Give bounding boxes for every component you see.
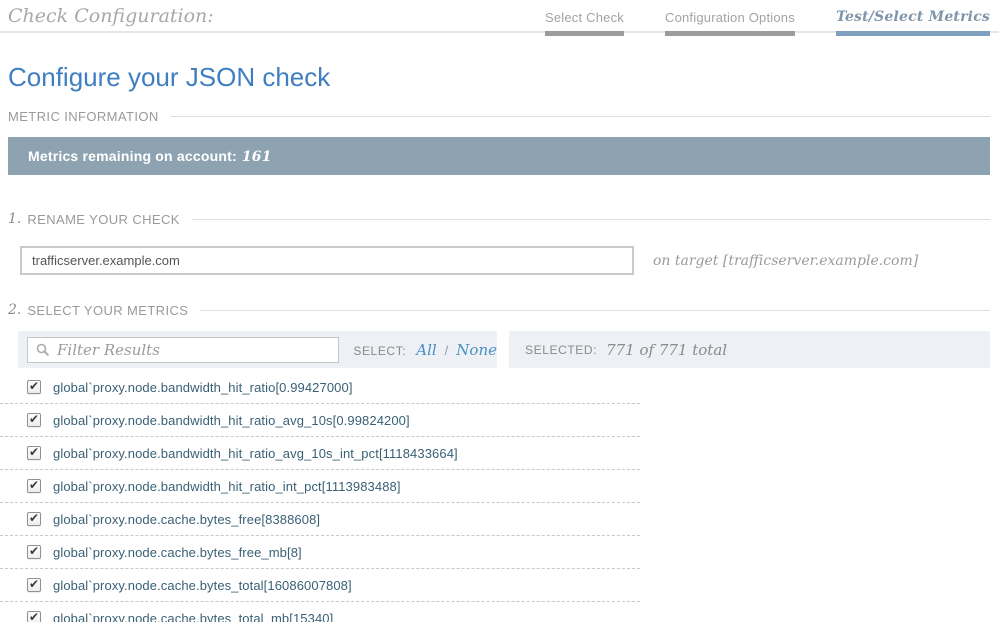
tab-label: Configuration Options	[665, 9, 795, 26]
section-label: SELECT YOUR METRICS	[27, 303, 188, 318]
metric-name[interactable]: global`proxy.node.bandwidth_hit_ratio[0.…	[53, 380, 353, 395]
metric-checkbox[interactable]	[27, 512, 41, 526]
metric-row: global`proxy.node.bandwidth_hit_ratio_av…	[0, 404, 640, 437]
section-rule	[200, 310, 990, 311]
tab-underline	[836, 31, 990, 36]
tab-label: Test/Select Metrics	[836, 9, 990, 26]
selected-label: SELECTED:	[525, 343, 597, 357]
metric-name[interactable]: global`proxy.node.cache.bytes_total[1608…	[53, 578, 352, 593]
banner-value: 161	[242, 149, 272, 165]
tab-configuration-options[interactable]: Configuration Options	[665, 9, 795, 36]
metric-row: global`proxy.node.cache.bytes_total[1608…	[0, 569, 640, 602]
select-none-link[interactable]: None	[456, 341, 497, 359]
metric-checkbox[interactable]	[27, 479, 41, 493]
step-number: 1.	[8, 211, 21, 227]
rename-row: on target [trafficserver.example.com]	[0, 246, 999, 275]
metric-name[interactable]: global`proxy.node.bandwidth_hit_ratio_in…	[53, 479, 401, 494]
filter-select-box: SELECT: All / None	[18, 331, 497, 368]
selected-count-box: SELECTED: 771 of 771 total	[509, 331, 990, 368]
banner-text: Metrics remaining on account:	[28, 148, 237, 164]
section-select-metrics: 2. SELECT YOUR METRICS	[8, 302, 990, 318]
tab-underline	[545, 31, 624, 36]
step-number: 2.	[8, 302, 21, 318]
section-rule	[192, 219, 990, 220]
metric-row: global`proxy.node.bandwidth_hit_ratio_av…	[0, 437, 640, 470]
section-label: RENAME YOUR CHECK	[27, 212, 179, 227]
metric-name[interactable]: global`proxy.node.cache.bytes_free_mb[8]	[53, 545, 302, 560]
metric-row: global`proxy.node.cache.bytes_free[83886…	[0, 503, 640, 536]
metric-checkbox[interactable]	[27, 578, 41, 592]
tab-select-check[interactable]: Select Check	[545, 9, 624, 36]
filter-toolbar: SELECT: All / None SELECTED: 771 of 771 …	[18, 331, 990, 368]
header: Check Configuration: Select Check Config…	[0, 0, 999, 37]
metric-checkbox[interactable]	[27, 446, 41, 460]
filter-search-field[interactable]	[27, 337, 339, 363]
metric-row: global`proxy.node.cache.bytes_total_mb[1…	[0, 602, 640, 622]
filter-input[interactable]	[57, 341, 330, 359]
select-separator: /	[445, 343, 449, 358]
metric-name[interactable]: global`proxy.node.bandwidth_hit_ratio_av…	[53, 413, 410, 428]
target-note: on target [trafficserver.example.com]	[653, 253, 918, 269]
section-rule	[171, 116, 990, 117]
metric-row: global`proxy.node.cache.bytes_free_mb[8]	[0, 536, 640, 569]
metric-name[interactable]: global`proxy.node.bandwidth_hit_ratio_av…	[53, 446, 458, 461]
tab-test-select-metrics[interactable]: Test/Select Metrics	[836, 9, 990, 36]
select-all-none-group: SELECT: All / None	[353, 341, 497, 359]
page-title: Check Configuration:	[8, 5, 214, 27]
search-icon	[36, 343, 50, 357]
section-label: METRIC INFORMATION	[8, 109, 159, 124]
metric-name[interactable]: global`proxy.node.cache.bytes_total_mb[1…	[53, 611, 333, 622]
metrics-remaining-banner: Metrics remaining on account: 161	[8, 137, 990, 175]
tab-label: Select Check	[545, 9, 624, 26]
metric-name[interactable]: global`proxy.node.cache.bytes_free[83886…	[53, 512, 320, 527]
select-label: SELECT:	[353, 344, 406, 358]
section-metric-information: METRIC INFORMATION	[8, 109, 990, 124]
metric-list: global`proxy.node.bandwidth_hit_ratio[0.…	[0, 371, 640, 622]
check-name-input[interactable]	[20, 246, 634, 275]
metric-checkbox[interactable]	[27, 380, 41, 394]
selected-count: 771 of 771 total	[606, 341, 727, 359]
metric-checkbox[interactable]	[27, 611, 41, 622]
page-heading: Configure your JSON check	[8, 62, 999, 92]
wizard-tabs: Select Check Configuration Options Test/…	[545, 9, 990, 36]
select-all-link[interactable]: All	[416, 341, 436, 359]
metric-checkbox[interactable]	[27, 413, 41, 427]
tab-underline	[665, 31, 795, 36]
metric-row: global`proxy.node.bandwidth_hit_ratio_in…	[0, 470, 640, 503]
metric-checkbox[interactable]	[27, 545, 41, 559]
metric-row: global`proxy.node.bandwidth_hit_ratio[0.…	[0, 371, 640, 404]
section-rename-check: 1. RENAME YOUR CHECK	[8, 211, 990, 227]
